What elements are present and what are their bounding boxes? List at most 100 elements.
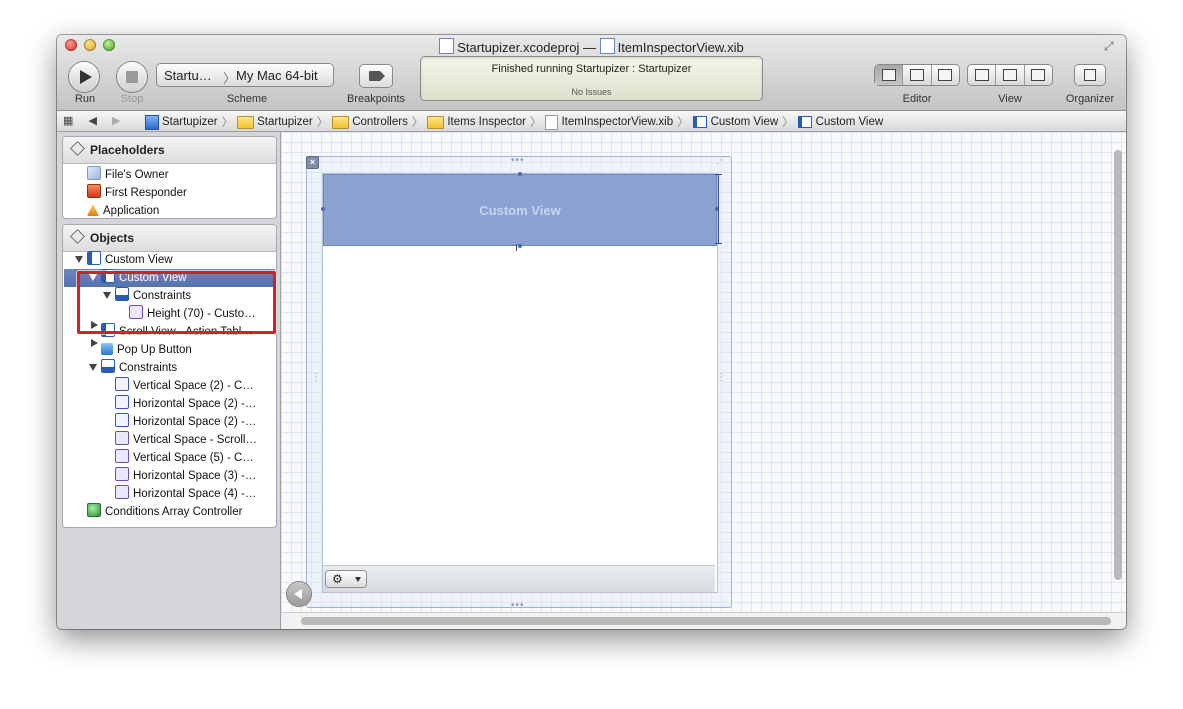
- folder-icon: [237, 115, 255, 129]
- chevron-right-icon: 〉: [529, 117, 542, 129]
- version-editor-button[interactable]: [932, 65, 959, 85]
- close-icon[interactable]: ×: [306, 156, 319, 169]
- tree-item[interactable]: Vertical Space (2) - C…: [115, 377, 254, 395]
- project-icon: [145, 114, 159, 130]
- forward-arrow-icon[interactable]: ▶: [112, 115, 120, 127]
- tree-item-label: Horizontal Space (2) -…: [133, 416, 257, 428]
- disclosure-triangle-icon[interactable]: [89, 364, 97, 371]
- view-icon: [87, 251, 101, 265]
- tree-item[interactable]: Pop Up Button: [101, 341, 192, 359]
- xib-file-icon: [599, 38, 615, 54]
- organizer-button[interactable]: [1075, 65, 1105, 85]
- tree-item[interactable]: Horizontal Space (2) -…: [115, 395, 256, 413]
- window-title: Startupizer.xcodeproj — ItemInspectorVie…: [57, 38, 1126, 55]
- application-icon: [87, 204, 99, 216]
- editor-segmented-control[interactable]: [875, 65, 959, 85]
- breadcrumb-item[interactable]: Custom View: [816, 116, 884, 128]
- tree-item[interactable]: Conditions Array Controller: [87, 503, 242, 521]
- content-view[interactable]: Custom View ⚙: [321, 172, 722, 593]
- project-file-icon: [439, 38, 455, 54]
- spacing-constraint-indicator[interactable]: [516, 244, 517, 251]
- tree-item[interactable]: Vertical Space (5) - C…: [115, 449, 254, 467]
- standard-editor-icon: [881, 69, 896, 81]
- objects-title: Objects: [90, 231, 135, 245]
- custom-view[interactable]: Custom View: [321, 172, 719, 248]
- disclosure-triangle-icon[interactable]: [91, 339, 98, 347]
- document-outline: Placeholders File's Owner First Responde…: [57, 132, 281, 629]
- xib-view-frame[interactable]: × ••• ⋰ ⋮ ⋮ ••• Custom View ⚙: [306, 155, 732, 611]
- gear-icon: ⚙: [332, 572, 343, 586]
- chevron-down-icon: [355, 577, 361, 582]
- tree-item[interactable]: Horizontal Space (2) -…: [115, 413, 256, 431]
- standard-editor-button[interactable]: [875, 65, 904, 85]
- horizontal-scroll-track: [281, 612, 1126, 629]
- scheme-popup[interactable]: Startu… 〉 My Mac 64-bit: [157, 64, 333, 86]
- debug-area-toggle-button[interactable]: [996, 65, 1025, 85]
- breadcrumb-item[interactable]: Items Inspector: [447, 116, 526, 128]
- list-item[interactable]: First Responder: [87, 184, 187, 202]
- scheme-label: Scheme: [226, 93, 268, 105]
- selection-handle[interactable]: [518, 244, 522, 248]
- disclosure-triangle-icon[interactable]: [75, 256, 83, 263]
- tree-item-label: Horizontal Space (2) -…: [133, 398, 257, 410]
- chevron-right-icon: 〉: [677, 117, 689, 129]
- placeholders-title: Placeholders: [90, 143, 165, 157]
- resize-handle-left[interactable]: ⋮: [311, 372, 322, 383]
- scheme-target[interactable]: Startu…: [164, 68, 212, 83]
- chevron-right-icon: 〉: [782, 117, 794, 129]
- back-arrow-icon[interactable]: ◀: [88, 115, 96, 127]
- breadcrumb-item[interactable]: Startupizer: [162, 116, 218, 128]
- selection-handle[interactable]: [518, 172, 522, 176]
- gear-popup-button[interactable]: ⚙: [326, 571, 366, 587]
- editor-label: Editor: [902, 93, 932, 105]
- stop-icon: [126, 71, 138, 83]
- vertical-scrollbar[interactable]: [1114, 150, 1122, 580]
- objects-header[interactable]: Objects: [63, 225, 276, 252]
- tree-item[interactable]: Constraints: [101, 359, 177, 377]
- scheme-destination[interactable]: My Mac 64-bit: [236, 68, 318, 83]
- tree-item-label: Pop Up Button: [117, 344, 192, 356]
- horizontal-space-icon: [115, 395, 129, 409]
- resize-handle-corner[interactable]: ⋰: [716, 155, 727, 166]
- view-segmented-control[interactable]: [968, 65, 1052, 85]
- tree-item[interactable]: Horizontal Space (3) -…: [115, 467, 256, 485]
- stop-button[interactable]: [117, 62, 147, 92]
- list-item[interactable]: File's Owner: [87, 166, 169, 184]
- height-constraint-indicator[interactable]: [715, 174, 722, 244]
- tree-item-label: Horizontal Space (4) -…: [133, 488, 257, 500]
- selection-handle[interactable]: [321, 207, 325, 211]
- breakpoints-button[interactable]: [360, 65, 392, 87]
- toolbar: Startupizer.xcodeproj — ItemInspectorVie…: [57, 35, 1126, 111]
- placeholders-header[interactable]: Placeholders: [63, 137, 276, 164]
- breadcrumb-item[interactable]: Startupizer: [257, 116, 313, 128]
- xib-file-icon: [545, 114, 559, 130]
- chevron-right-icon: 〉: [316, 117, 329, 129]
- files-owner-icon: [87, 166, 101, 180]
- breadcrumb-item[interactable]: ItemInspectorView.xib: [561, 116, 673, 128]
- breadcrumb: Startupizer 〉 Startupizer 〉 Controllers 〉 I…: [145, 114, 883, 130]
- utilities-toggle-button[interactable]: [1025, 65, 1052, 85]
- horizontal-scrollbar[interactable]: [301, 617, 1111, 625]
- list-item[interactable]: Application: [87, 202, 159, 220]
- fullscreen-icon[interactable]: ⤢: [1104, 39, 1118, 53]
- assistant-editor-button[interactable]: [903, 65, 932, 85]
- resize-handle-top[interactable]: •••: [511, 155, 525, 166]
- resize-handle-bottom[interactable]: •••: [511, 600, 525, 611]
- collapse-outline-button[interactable]: [287, 582, 311, 606]
- breadcrumb-item[interactable]: Controllers: [352, 116, 408, 128]
- related-items-icon[interactable]: ▦: [63, 115, 73, 127]
- horizontal-space-icon: [115, 467, 129, 481]
- navigator-toggle-button[interactable]: [968, 65, 997, 85]
- tree-item[interactable]: Vertical Space - Scroll…: [115, 431, 257, 449]
- tree-item[interactable]: Horizontal Space (4) -…: [115, 485, 256, 503]
- chevron-right-icon: 〉: [411, 117, 424, 129]
- version-editor-icon: [938, 69, 953, 81]
- breadcrumb-item[interactable]: Custom View: [711, 116, 779, 128]
- tree-item[interactable]: Custom View: [87, 251, 173, 269]
- array-controller-icon: [87, 503, 101, 517]
- interface-builder-canvas[interactable]: × ••• ⋰ ⋮ ⋮ ••• Custom View ⚙: [281, 132, 1126, 629]
- chevron-right-icon: 〉: [223, 71, 237, 86]
- first-responder-icon: [87, 184, 101, 198]
- run-button[interactable]: [69, 62, 99, 92]
- list-item-label: File's Owner: [105, 169, 169, 181]
